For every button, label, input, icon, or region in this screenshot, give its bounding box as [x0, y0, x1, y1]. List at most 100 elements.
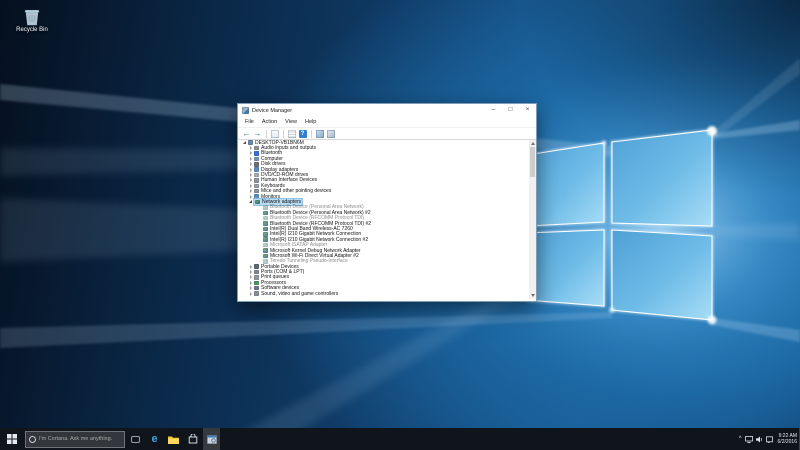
taskbar: e ^	[0, 428, 800, 450]
display-adapter-icon	[254, 167, 259, 172]
recycle-bin-label: Recycle Bin	[10, 27, 54, 33]
network-adapters-icon	[255, 200, 260, 205]
expand-chevron-icon[interactable]	[248, 146, 253, 151]
expand-chevron-icon[interactable]	[248, 194, 253, 199]
network-adapter-icon	[263, 211, 268, 216]
expand-chevron-icon[interactable]	[248, 280, 253, 285]
system-tray: ^ 9:22 AM 6/2/2016	[739, 428, 797, 450]
device-tree: DESKTOP-VB1BN6M Audio inputs and outputs…	[238, 140, 528, 296]
update-driver-software-icon[interactable]	[327, 130, 335, 138]
start-button[interactable]	[0, 428, 24, 450]
expand-chevron-icon[interactable]	[248, 156, 253, 161]
computer-category-icon	[254, 157, 259, 162]
taskbar-clock[interactable]: 9:22 AM 6/2/2016	[778, 433, 797, 445]
network-adapter-icon	[263, 259, 268, 264]
recycle-bin[interactable]: Recycle Bin	[10, 8, 54, 33]
tree-item-network-child[interactable]: Teredo Tunneling Pseudo-Interface	[238, 259, 528, 264]
expand-chevron-icon[interactable]	[248, 173, 253, 178]
tree-item-sound-controllers[interactable]: Sound, video and game controllers	[238, 291, 528, 296]
expand-chevron-icon[interactable]	[248, 178, 253, 183]
network-adapter-icon	[263, 205, 268, 210]
network-adapter-icon	[263, 248, 268, 253]
menu-bar: File Action View Help	[238, 117, 536, 127]
help-icon[interactable]: ?	[299, 130, 307, 138]
menu-action[interactable]: Action	[258, 119, 281, 125]
scroll-down-icon[interactable]	[531, 294, 535, 297]
device-manager-window: Device Manager – □ × File Action View He…	[237, 103, 537, 302]
scroll-up-icon[interactable]	[531, 142, 535, 145]
expand-chevron-icon[interactable]	[248, 162, 253, 167]
task-view-button[interactable]	[127, 428, 144, 450]
vertical-scrollbar[interactable]	[529, 140, 536, 299]
edge-button[interactable]: e	[146, 428, 163, 450]
device-manager-app-icon	[242, 107, 249, 114]
file-explorer-icon	[168, 435, 179, 444]
hidden-icons-chevron[interactable]: ^	[739, 436, 742, 442]
device-manager-icon	[207, 435, 217, 444]
sound-controller-icon	[254, 291, 259, 296]
scan-for-hardware-changes-icon[interactable]	[316, 130, 324, 138]
volume-tray-icon[interactable]	[756, 436, 763, 443]
collapse-chevron-icon[interactable]	[242, 140, 247, 145]
minimize-button[interactable]: –	[485, 104, 502, 117]
file-explorer-button[interactable]	[165, 428, 182, 450]
expand-chevron-icon[interactable]	[248, 189, 253, 194]
tree-item-network-child[interactable]: Microsoft ISATAP Adapter	[238, 242, 528, 247]
menu-view[interactable]: View	[281, 119, 301, 125]
portable-device-icon	[254, 264, 259, 269]
software-device-icon	[254, 286, 259, 291]
cortana-search-box[interactable]	[25, 431, 125, 448]
expand-chevron-icon[interactable]	[248, 183, 253, 188]
expand-chevron-icon[interactable]	[248, 151, 253, 156]
disk-drive-icon	[254, 162, 259, 167]
maximize-button[interactable]: □	[502, 104, 519, 117]
ports-icon	[254, 270, 259, 275]
expand-chevron-icon[interactable]	[248, 264, 253, 269]
tree-item-network-child[interactable]: Bluetooth Device (Personal Area Network)	[238, 205, 528, 210]
expand-chevron-icon[interactable]	[248, 275, 253, 280]
expand-chevron-icon[interactable]	[248, 167, 253, 172]
menu-file[interactable]: File	[241, 119, 258, 125]
action-center-icon[interactable]	[766, 436, 773, 443]
forward-icon[interactable]: →	[254, 128, 262, 139]
expand-chevron-icon[interactable]	[248, 270, 253, 275]
network-adapter-icon	[263, 254, 268, 259]
properties-icon[interactable]	[288, 130, 296, 138]
task-view-icon	[131, 436, 140, 443]
network-adapter-icon	[263, 243, 268, 248]
tray-date: 6/2/2016	[778, 439, 797, 445]
network-adapter-icon	[263, 227, 268, 232]
device-manager-taskbar-button[interactable]	[203, 428, 220, 450]
desktop: Recycle Bin Device Manager – □ × File Ac…	[0, 0, 800, 450]
network-adapter-icon	[263, 232, 268, 237]
toolbar: ← → ?	[238, 127, 536, 140]
toolbar-separator	[311, 130, 312, 138]
edge-icon: e	[151, 434, 157, 445]
search-input[interactable]	[39, 432, 123, 447]
mouse-icon	[254, 189, 259, 194]
bluetooth-icon	[254, 151, 259, 156]
title-bar[interactable]: Device Manager – □ ×	[238, 104, 536, 117]
processor-icon	[254, 281, 259, 286]
windows-start-icon	[7, 434, 17, 444]
keyboard-icon	[254, 184, 259, 189]
window-title: Device Manager	[252, 108, 485, 114]
expand-chevron-icon[interactable]	[248, 291, 253, 296]
recycle-bin-icon	[24, 8, 40, 26]
menu-help[interactable]: Help	[301, 119, 320, 125]
expand-chevron-icon[interactable]	[248, 286, 253, 291]
tree-item-network-child[interactable]: Bluetooth Device (RFCOMM Protocol TDI)	[238, 215, 528, 220]
store-icon	[188, 434, 198, 444]
network-adapter-icon	[263, 216, 268, 221]
back-icon[interactable]: ←	[243, 128, 251, 139]
network-tray-icon[interactable]	[745, 436, 753, 443]
scrollbar-thumb[interactable]	[530, 147, 535, 177]
cortana-icon	[29, 436, 36, 443]
network-adapter-icon	[263, 237, 268, 242]
network-adapter-icon	[263, 221, 268, 226]
close-button[interactable]: ×	[519, 104, 536, 117]
audio-devices-icon	[254, 146, 259, 151]
show-console-tree-icon[interactable]	[271, 130, 279, 138]
store-button[interactable]	[184, 428, 201, 450]
printer-icon	[254, 275, 259, 280]
